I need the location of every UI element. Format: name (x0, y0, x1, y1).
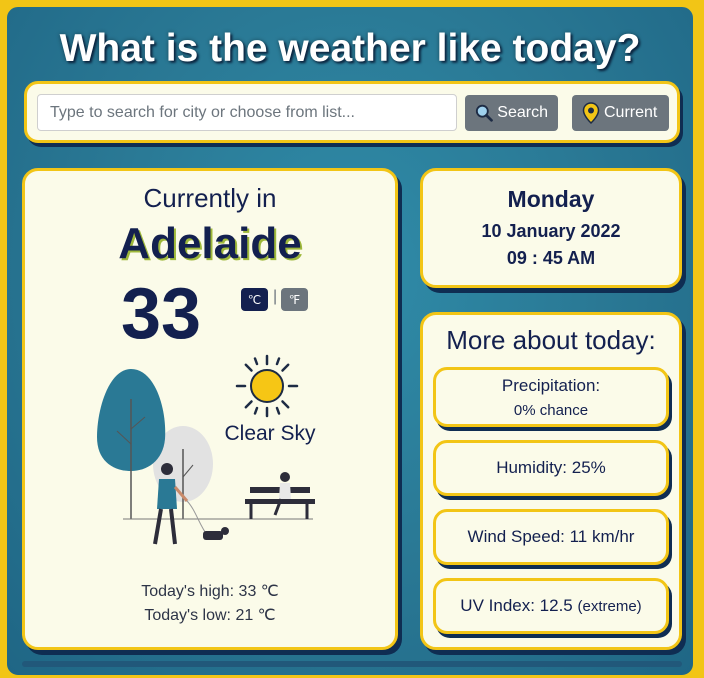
magnifier-icon (475, 104, 493, 122)
unit-separator: | (273, 288, 278, 305)
bottom-divider (22, 661, 682, 667)
page-title: What is the weather like today? (59, 27, 641, 70)
todays-high: Today's high: 33 ℃ (141, 583, 279, 600)
celsius-toggle[interactable]: ℃ (241, 288, 268, 311)
app-frame: What is the weather like today? Search C… (4, 4, 696, 678)
city-name: Adelaide (118, 219, 302, 268)
weather-condition: Clear Sky (224, 422, 316, 445)
humidity-stat: Humidity: 25% (433, 440, 669, 496)
current-location-button[interactable]: Current (572, 95, 669, 131)
fahrenheit-toggle[interactable]: ℉ (281, 288, 308, 311)
search-input[interactable] (37, 94, 457, 131)
current-weather-card: Currently in Adelaide 33 ℃ | ℉ Clear Sky… (22, 168, 398, 650)
todays-low: Today's low: 21 ℃ (144, 607, 276, 624)
search-bar: Search Current (24, 81, 680, 143)
current-button-label: Current (604, 104, 658, 121)
uv-index-stat: UV Index: 12.5 (extreme) (433, 578, 669, 634)
search-button[interactable]: Search (465, 95, 558, 131)
more-about-title: More about today: (446, 325, 656, 355)
uv-index-value: UV Index: 12.5 (460, 596, 573, 615)
precipitation-label: Precipitation: (501, 376, 601, 395)
currently-in-label: Currently in (143, 183, 277, 213)
date-card: Monday 10 January 2022 09 : 45 AM (420, 168, 682, 288)
full-date: 10 January 2022 (481, 221, 621, 241)
uv-level: (extreme) (577, 598, 642, 615)
current-time: 09 : 45 AM (506, 248, 596, 268)
wind-speed-stat: Wind Speed: 11 km/hr (433, 509, 669, 565)
precipitation-stat: Precipitation: 0% chance (433, 367, 669, 427)
more-about-today-card: More about today: Precipitation: 0% chan… (420, 312, 682, 650)
temperature-value: 33 (121, 274, 202, 354)
precipitation-value: 0% chance (513, 402, 589, 419)
location-pin-icon (582, 102, 600, 124)
sun-icon (235, 354, 299, 418)
search-button-label: Search (497, 104, 548, 121)
day-name: Monday (507, 186, 595, 212)
